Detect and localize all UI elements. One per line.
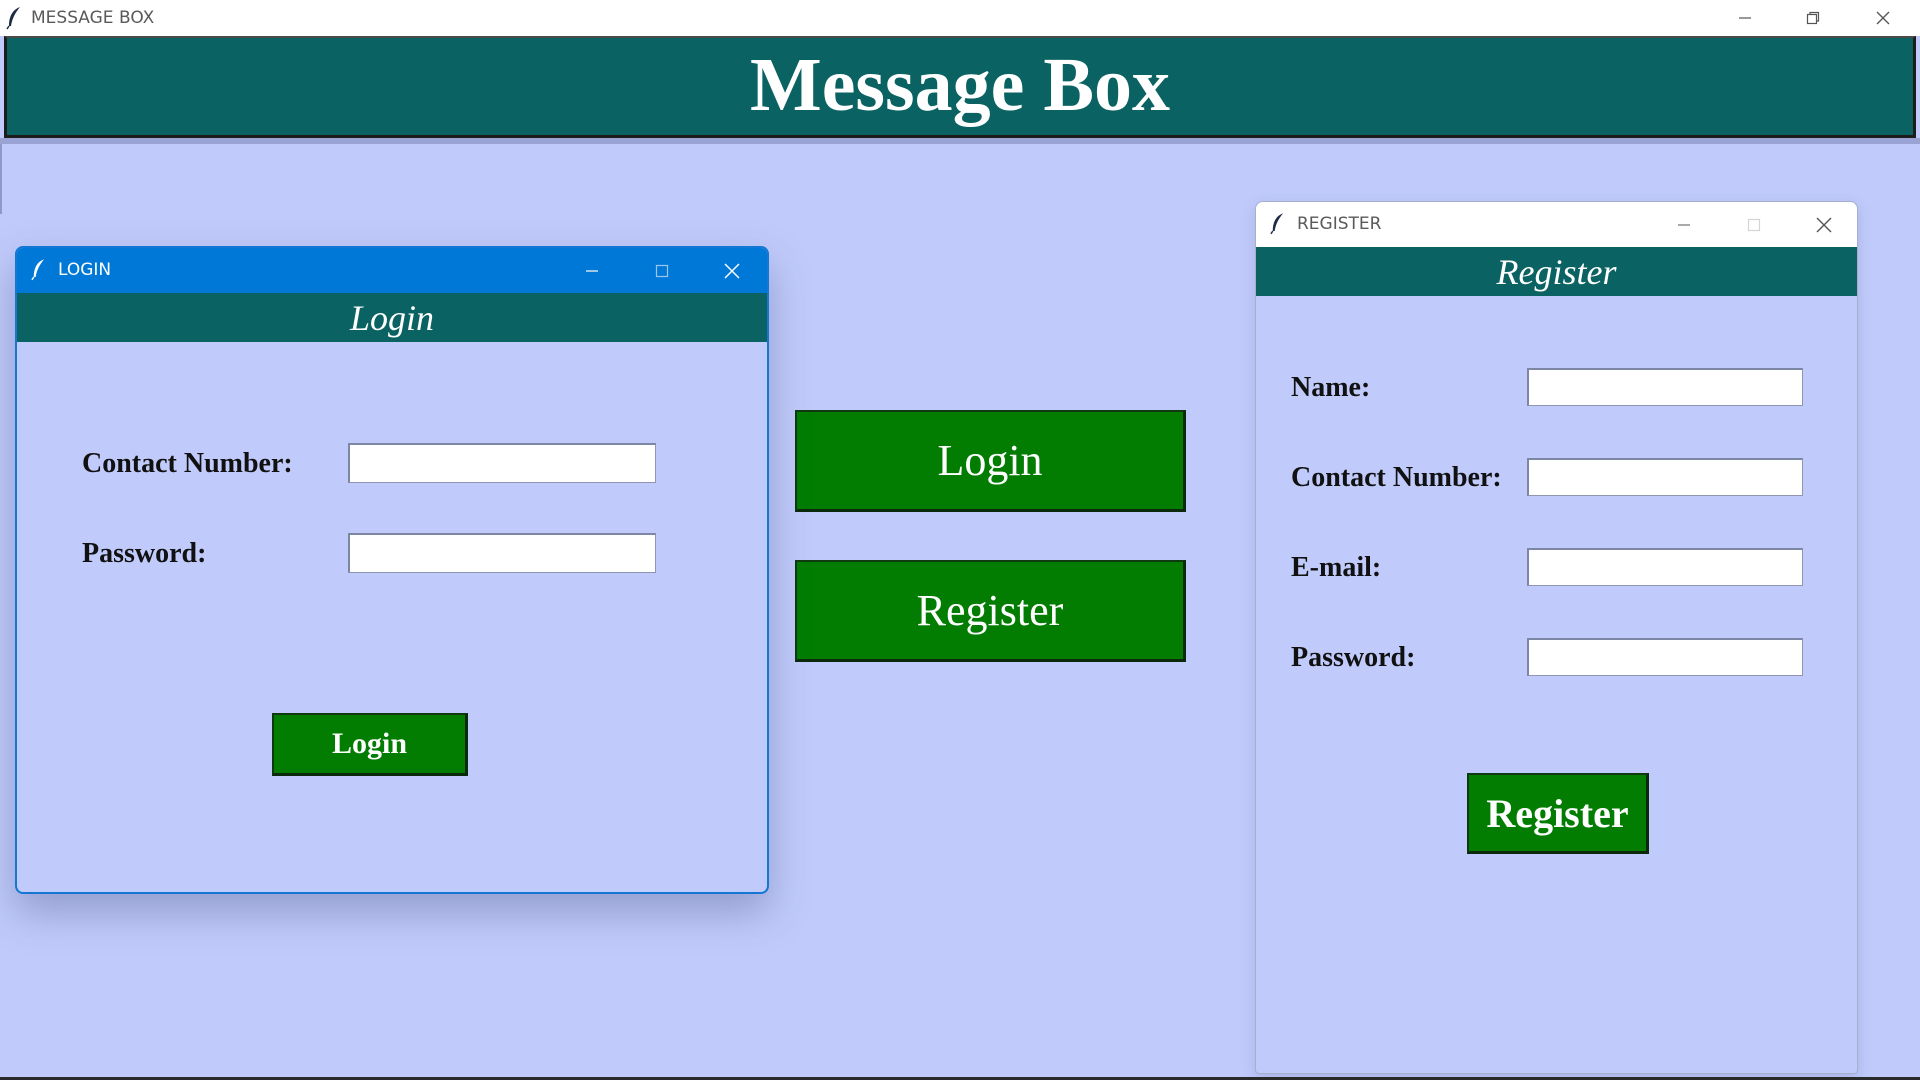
open-login-button[interactable]: Login (795, 410, 1186, 512)
login-password-input[interactable] (348, 533, 656, 573)
header-banner: Message Box (4, 36, 1916, 138)
login-window-titlebar[interactable]: LOGIN (17, 248, 767, 293)
contact-number-label: Contact Number: (1291, 462, 1502, 493)
restore-button[interactable] (1778, 0, 1848, 36)
minimize-icon (586, 269, 598, 272)
close-icon (1816, 217, 1832, 232)
login-close-button[interactable] (697, 248, 767, 293)
password-label: Password: (1291, 642, 1416, 673)
register-window-title: REGISTER (1297, 214, 1382, 234)
register-email-input[interactable] (1527, 548, 1803, 586)
maximize-icon (655, 264, 669, 277)
feather-icon (6, 7, 20, 30)
register-close-button[interactable] (1789, 202, 1857, 247)
register-name-input[interactable] (1527, 368, 1803, 406)
minimize-icon (1678, 223, 1690, 226)
login-contact-number-input[interactable] (348, 443, 656, 483)
open-register-button[interactable]: Register (795, 560, 1186, 662)
register-window-titlebar[interactable]: REGISTER (1256, 202, 1857, 247)
register-minimize-button[interactable] (1649, 202, 1719, 247)
login-maximize-button[interactable] (627, 248, 697, 293)
close-button[interactable] (1848, 0, 1918, 36)
password-label: Password: (82, 538, 207, 569)
feather-icon (1270, 213, 1284, 235)
register-banner: Register (1256, 247, 1857, 296)
maximize-icon (1747, 218, 1761, 231)
main-window-title: MESSAGE BOX (31, 8, 155, 28)
window-edge (0, 144, 2, 214)
register-submit-button[interactable]: Register (1467, 773, 1649, 854)
minimize-icon (1739, 17, 1751, 19)
feather-icon (31, 259, 45, 281)
register-password-input[interactable] (1527, 638, 1803, 676)
restore-icon (1806, 11, 1820, 25)
header-divider (0, 138, 1920, 144)
close-icon (1876, 11, 1890, 25)
name-label: Name: (1291, 372, 1371, 403)
login-minimize-button[interactable] (557, 248, 627, 293)
login-window[interactable]: LOGIN Login Contact Number: Password: Lo… (15, 246, 769, 894)
main-window-titlebar[interactable]: MESSAGE BOX (0, 0, 1920, 36)
register-maximize-button[interactable] (1719, 202, 1789, 247)
login-window-title: LOGIN (58, 260, 112, 280)
email-label: E-mail: (1291, 552, 1382, 583)
contact-number-label: Contact Number: (82, 448, 293, 479)
page-title: Message Box (749, 42, 1171, 127)
register-window[interactable]: REGISTER Register Name: Contact Number: … (1255, 201, 1858, 1074)
close-icon (724, 262, 740, 279)
login-banner: Login (17, 293, 767, 342)
register-contact-number-input[interactable] (1527, 458, 1803, 496)
login-submit-button[interactable]: Login (272, 713, 468, 776)
minimize-button[interactable] (1710, 0, 1780, 36)
